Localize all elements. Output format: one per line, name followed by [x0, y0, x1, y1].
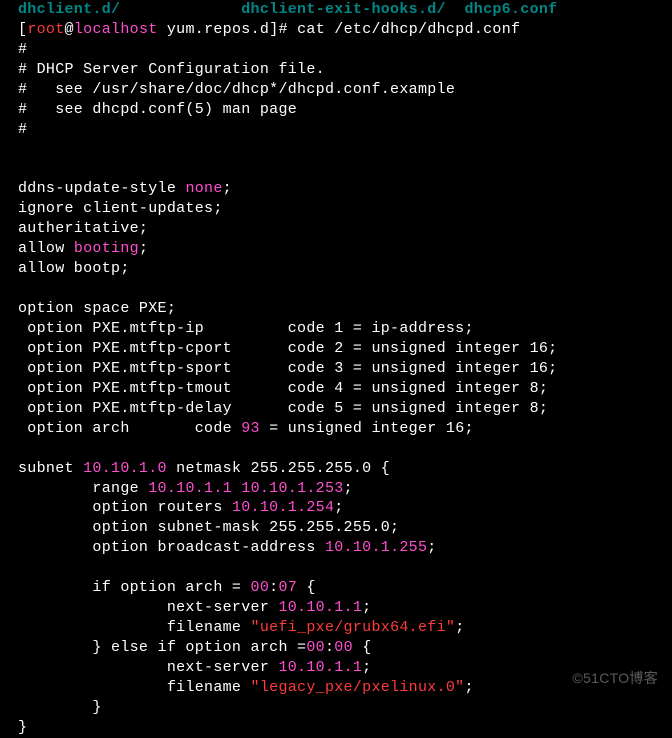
watermark-text: ©51CTO博客	[572, 669, 658, 688]
config-line: option subnet-mask 255.255.255.0;	[18, 518, 672, 538]
config-line: range 10.10.1.1 10.10.1.253;	[18, 479, 672, 499]
config-line: option space PXE;	[18, 299, 672, 319]
config-line: allow booting;	[18, 239, 672, 259]
config-line: }	[18, 718, 672, 738]
config-line: next-server 10.10.1.1;	[18, 598, 672, 618]
config-line: option arch code 93 = unsigned integer 1…	[18, 419, 672, 439]
blank-line	[18, 558, 672, 578]
config-line: subnet 10.10.1.0 netmask 255.255.255.0 {	[18, 459, 672, 479]
config-line: filename "uefi_pxe/grubx64.efi";	[18, 618, 672, 638]
config-line: autheritative;	[18, 219, 672, 239]
comment-line: #	[18, 120, 672, 140]
comment-line: #	[18, 40, 672, 60]
config-line: ddns-update-style none;	[18, 179, 672, 199]
config-line: option PXE.mtftp-ip code 1 = ip-address;	[18, 319, 672, 339]
comment-line: # see dhcpd.conf(5) man page	[18, 100, 672, 120]
config-line: } else if option arch =00:00 {	[18, 638, 672, 658]
config-line: option broadcast-address 10.10.1.255;	[18, 538, 672, 558]
blank-line	[18, 140, 672, 160]
config-line: option PXE.mtftp-sport code 3 = unsigned…	[18, 359, 672, 379]
prompt-line: [root@localhost yum.repos.d]# cat /etc/d…	[18, 20, 672, 40]
comment-line: # DHCP Server Configuration file.	[18, 60, 672, 80]
config-line: ignore client-updates;	[18, 199, 672, 219]
blank-line	[18, 279, 672, 299]
config-line: if option arch = 00:07 {	[18, 578, 672, 598]
config-line: option PXE.mtftp-delay code 5 = unsigned…	[18, 399, 672, 419]
blank-line	[18, 439, 672, 459]
blank-line	[18, 160, 672, 180]
config-line: option PXE.mtftp-cport code 2 = unsigned…	[18, 339, 672, 359]
comment-line: # see /usr/share/doc/dhcp*/dhcpd.conf.ex…	[18, 80, 672, 100]
terminal-output: dhclient.d/ dhclient-exit-hooks.d/ dhcp6…	[0, 0, 672, 738]
config-line: allow bootp;	[18, 259, 672, 279]
partial-ls-line: dhclient.d/ dhclient-exit-hooks.d/ dhcp6…	[18, 0, 672, 20]
config-line: option routers 10.10.1.254;	[18, 498, 672, 518]
config-line: option PXE.mtftp-tmout code 4 = unsigned…	[18, 379, 672, 399]
